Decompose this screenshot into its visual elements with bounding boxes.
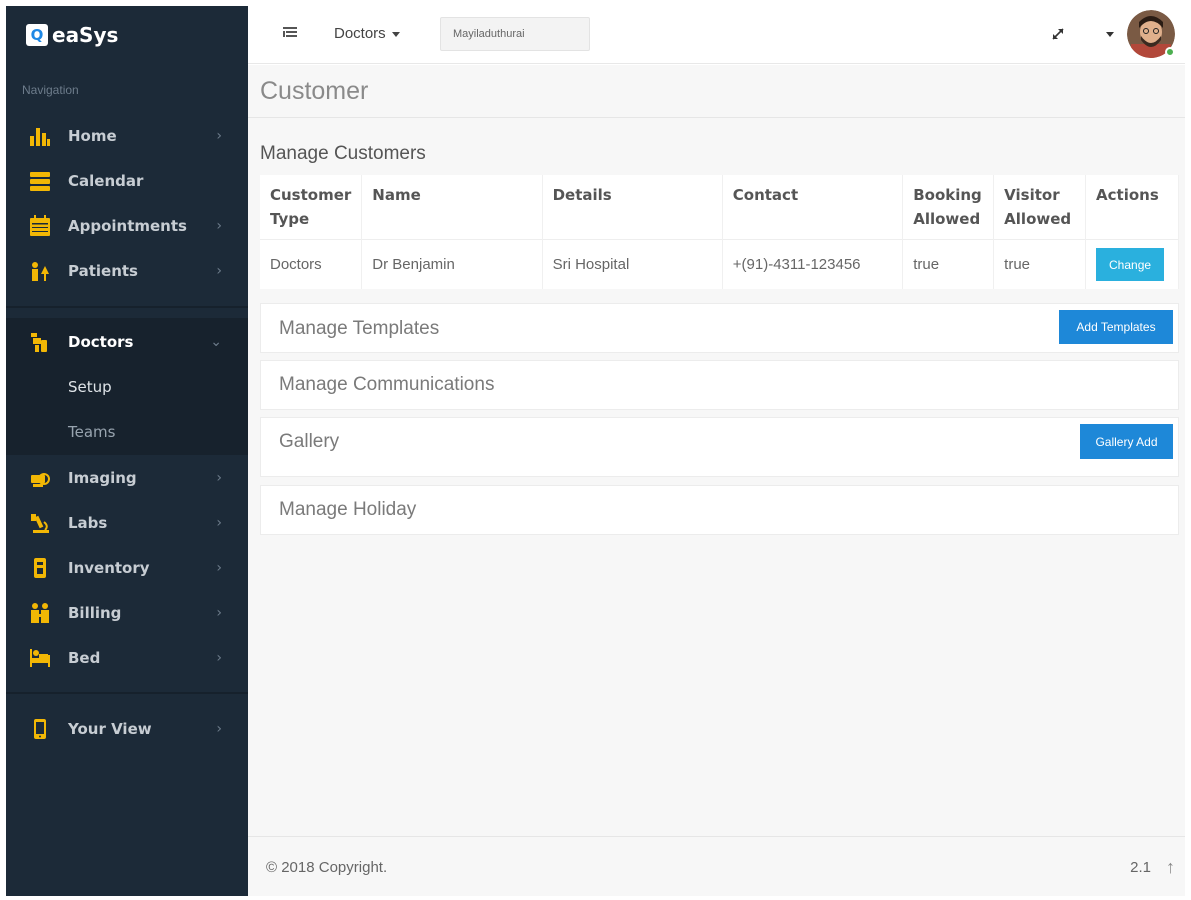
cell-visitor-allowed: true: [993, 239, 1087, 289]
sidebar-item-calendar[interactable]: Calendar: [6, 161, 248, 201]
change-button[interactable]: Change: [1096, 248, 1165, 281]
chevron-right-icon: ›: [216, 263, 222, 279]
cell-actions: Change: [1085, 239, 1179, 289]
cell-contact: +(91)-4311-123456: [722, 239, 904, 289]
online-status-dot: [1165, 47, 1175, 57]
column-header: Contact: [722, 175, 904, 240]
brand[interactable]: Q eaSys: [6, 6, 248, 64]
column-header: Details: [542, 175, 723, 240]
sidebar-item-home[interactable]: Home ›: [6, 116, 248, 156]
sidebar-subitem-teams[interactable]: Teams: [68, 423, 115, 441]
brand-name: eaSys: [52, 23, 119, 47]
table-header-row: Customer Type Name Details Contact Bookin…: [260, 175, 1179, 240]
module-dropdown[interactable]: Doctors: [334, 25, 400, 42]
chevron-right-icon: ›: [216, 470, 222, 486]
sidebar-item-label: Home: [68, 127, 117, 145]
footer: © 2018 Copyright. 2.1 ↑: [248, 836, 1185, 896]
sidebar-item-your-view[interactable]: Your View ›: [6, 709, 248, 749]
sidebar-item-label: Your View: [68, 720, 152, 738]
sidebar-item-label: Labs: [68, 514, 108, 532]
sidebar: Q eaSys Navigation Home › Calendar Appoi…: [6, 6, 248, 896]
patients-icon: [28, 259, 52, 283]
sidebar-item-appointments[interactable]: Appointments ›: [6, 206, 248, 246]
module-dropdown-label: Doctors: [334, 25, 386, 42]
menu-toggle-icon[interactable]: [280, 23, 300, 43]
sidebar-item-bed[interactable]: Bed ›: [6, 638, 248, 678]
mobile-icon: [28, 717, 52, 741]
panel-manage-templates[interactable]: Manage Templates Add Templates: [260, 303, 1179, 353]
cell-booking-allowed: true: [902, 239, 995, 289]
sidebar-item-label: Doctors: [68, 333, 134, 351]
doctor-icon: [28, 330, 52, 354]
calendar-icon: [28, 214, 52, 238]
sidebar-item-label: Billing: [68, 604, 122, 622]
panel-manage-holiday[interactable]: Manage Holiday: [260, 485, 1179, 535]
nav-divider: [6, 306, 248, 308]
cell-customer-type: Doctors: [260, 239, 363, 289]
imaging-icon: [28, 466, 52, 490]
sidebar-item-label: Bed: [68, 649, 101, 667]
bar-chart-icon: [28, 124, 52, 148]
column-header: Actions: [1085, 175, 1179, 240]
scroll-top-icon[interactable]: ↑: [1166, 857, 1175, 878]
fullscreen-icon[interactable]: [1048, 24, 1068, 44]
column-header: Customer Type: [260, 175, 363, 240]
nav-divider: [6, 692, 248, 694]
chevron-right-icon: ›: [216, 218, 222, 234]
sidebar-item-inventory[interactable]: Inventory ›: [6, 548, 248, 588]
page-title: Customer: [260, 77, 369, 105]
nav-caption: Navigation: [22, 83, 79, 97]
main-content: Customer Manage Customers Customer Type N…: [248, 65, 1185, 896]
inventory-icon: [28, 556, 52, 580]
gallery-add-button[interactable]: Gallery Add: [1080, 424, 1173, 459]
panel-title: Gallery: [279, 431, 340, 452]
sidebar-item-label: Appointments: [68, 217, 187, 235]
panel-title: Manage Templates: [279, 318, 440, 339]
sidebar-item-billing[interactable]: Billing ›: [6, 593, 248, 633]
column-header: Name: [361, 175, 543, 240]
panel-manage-communications[interactable]: Manage Communications: [260, 360, 1179, 410]
panel-gallery[interactable]: Gallery Gallery Add: [260, 417, 1179, 477]
table-row: Doctors Dr Benjamin Sri Hospital +(91)-4…: [260, 239, 1179, 289]
chevron-right-icon: ›: [216, 128, 222, 144]
server-stack-icon: [28, 169, 52, 193]
column-header: Booking Allowed: [902, 175, 995, 240]
brand-logo-icon: Q: [26, 24, 48, 46]
panel-title: Manage Communications: [279, 374, 495, 395]
caret-down-icon: [391, 31, 400, 37]
chevron-right-icon: ›: [216, 515, 222, 531]
column-header: Visitor Allowed: [993, 175, 1087, 240]
sidebar-item-doctors[interactable]: Doctors ⌄: [6, 322, 248, 362]
topbar: Doctors: [248, 6, 1185, 64]
location-input[interactable]: [440, 17, 590, 51]
sidebar-item-labs[interactable]: Labs ›: [6, 503, 248, 543]
chevron-right-icon: ›: [216, 721, 222, 737]
panel-title: Manage Holiday: [279, 499, 417, 520]
add-templates-button[interactable]: Add Templates: [1059, 310, 1173, 344]
user-menu-caret-icon[interactable]: [1106, 32, 1114, 37]
sidebar-item-label: Inventory: [68, 559, 150, 577]
chevron-down-icon: ⌄: [210, 334, 222, 350]
sidebar-item-imaging[interactable]: Imaging ›: [6, 458, 248, 498]
billing-icon: [28, 601, 52, 625]
bed-icon: [28, 646, 52, 670]
sidebar-item-label: Imaging: [68, 469, 137, 487]
cell-details: Sri Hospital: [542, 239, 723, 289]
chevron-right-icon: ›: [216, 605, 222, 621]
chevron-right-icon: ›: [216, 560, 222, 576]
sidebar-subitem-setup[interactable]: Setup: [68, 378, 112, 396]
customers-table: Customer Type Name Details Contact Bookin…: [260, 175, 1179, 289]
sidebar-item-label: Calendar: [68, 172, 144, 190]
sidebar-item-patients[interactable]: Patients ›: [6, 251, 248, 291]
sidebar-item-label: Patients: [68, 262, 138, 280]
version-text: 2.1: [1130, 859, 1151, 876]
section-title: Manage Customers: [260, 143, 426, 164]
page-header: Customer: [248, 65, 1185, 118]
cell-name: Dr Benjamin: [361, 239, 543, 289]
chevron-right-icon: ›: [216, 650, 222, 666]
microscope-icon: [28, 511, 52, 535]
copyright-text: © 2018 Copyright.: [266, 859, 388, 876]
